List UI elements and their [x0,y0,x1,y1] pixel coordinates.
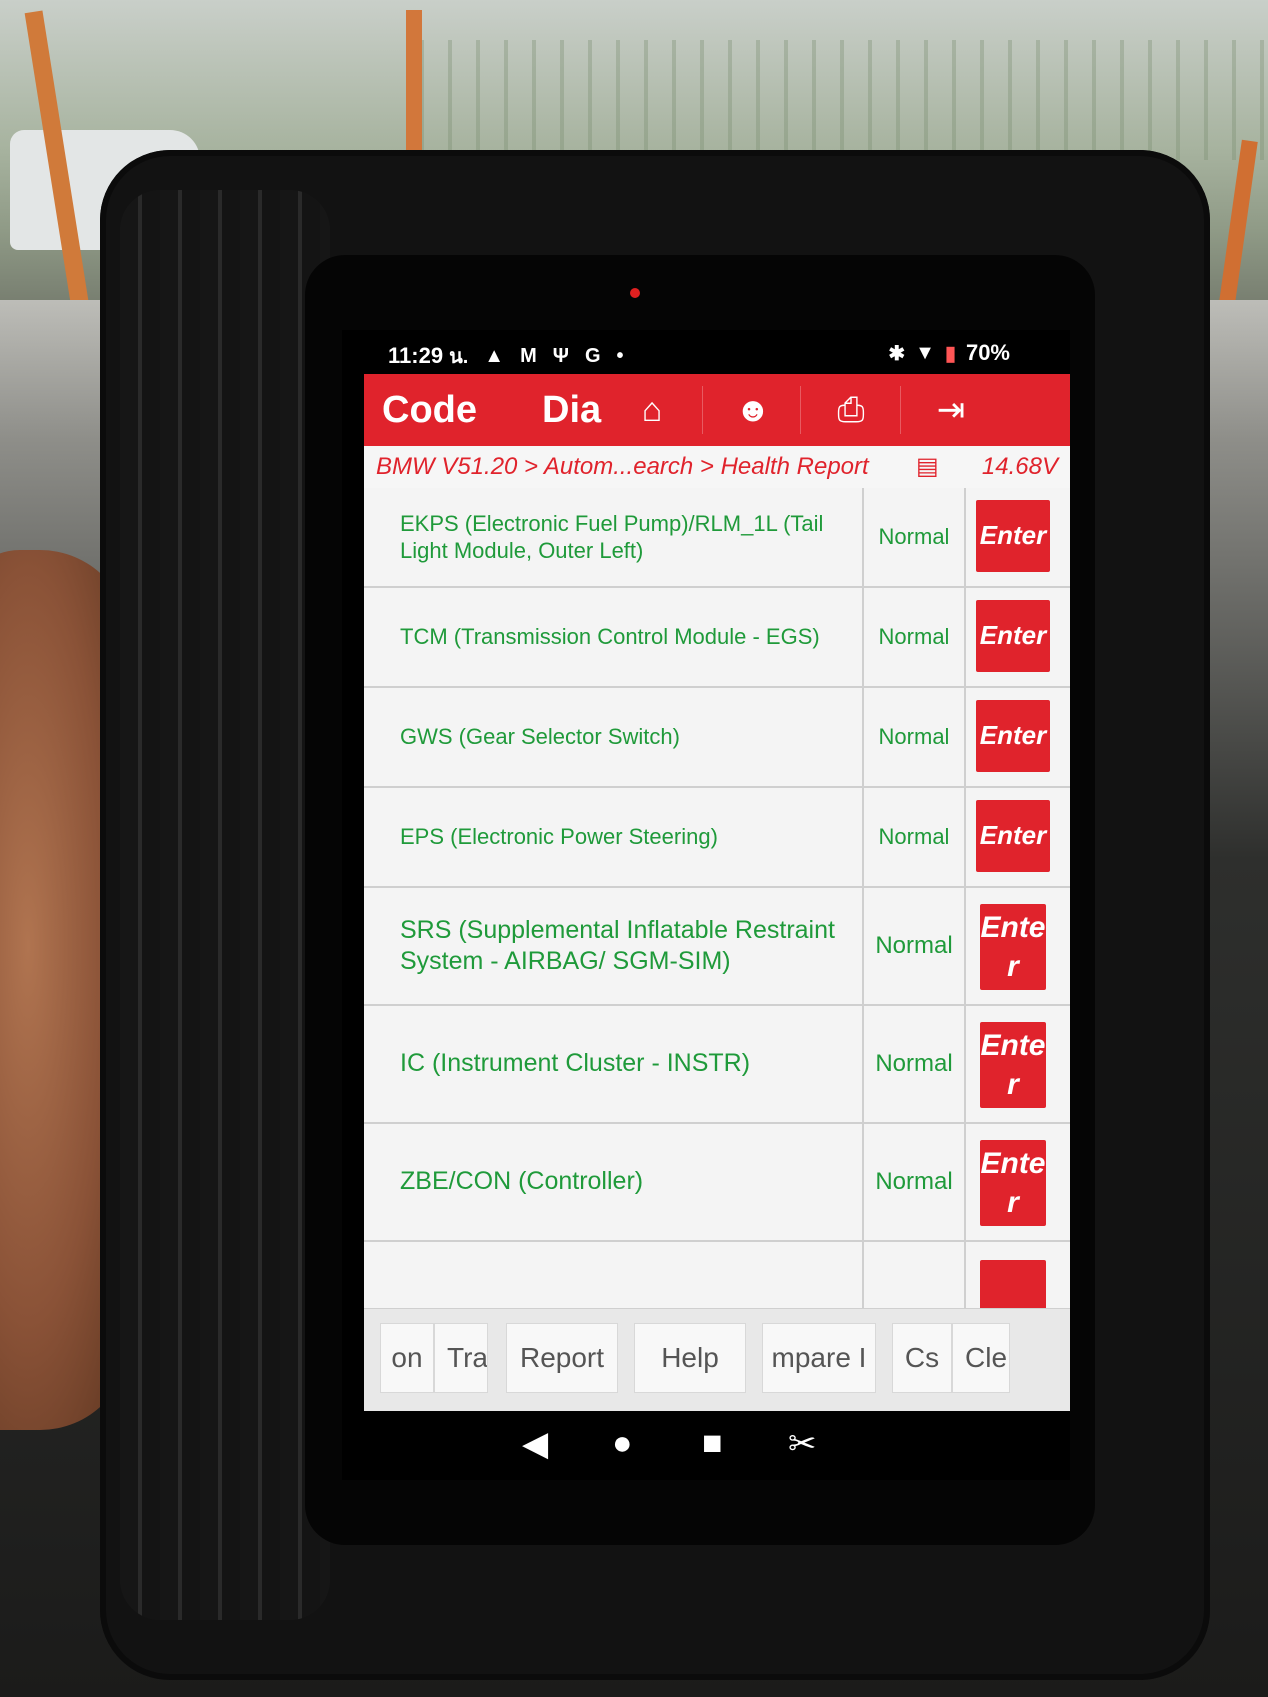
status-bar: 11:29 น. ▲ M Ψ G • ✱ ▼ ▮ 70% [342,330,1070,374]
module-status: Normal [864,888,966,1004]
bottom-button-on[interactable]: on [380,1323,434,1393]
home-icon[interactable]: ⌂ [602,386,702,434]
module-row: ZBE/CON (Controller) Normal Enter [364,1124,1070,1242]
clear-button[interactable]: Cle [952,1323,1010,1393]
device-screen: 11:29 น. ▲ M Ψ G • ✱ ▼ ▮ 70% Code Dia ⌂ … [342,330,1070,1480]
module-status: Normal [864,1006,966,1122]
enter-button[interactable]: Enter [980,1140,1046,1226]
module-row: EKPS (Electronic Fuel Pump)/RLM_1L (Tail… [364,488,1070,588]
home-circle-icon[interactable]: ● [612,1424,633,1463]
module-row [364,1242,1070,1308]
enter-button[interactable]: Enter [980,1022,1046,1108]
camera-indicator [630,288,640,298]
module-name: IC (Instrument Cluster - INSTR) [364,1006,864,1122]
module-row: TCM (Transmission Control Module - EGS) … [364,588,1070,688]
module-name: TCM (Transmission Control Module - EGS) [364,588,864,686]
module-name: EKPS (Electronic Fuel Pump)/RLM_1L (Tail… [364,488,864,586]
enter-button[interactable]: Enter [976,500,1050,572]
enter-button[interactable]: Enter [980,904,1046,990]
app-toolbar: Code Dia ⌂ ☻ ⎙ ⇥ [364,374,1070,446]
gmail-icon: M [520,344,537,367]
status-carrier: น. [449,346,469,368]
module-status: Normal [864,588,966,686]
breadcrumb: BMW V51.20 > Autom...earch > Health Repo… [364,446,1070,489]
bottom-button-cs[interactable]: Cs [892,1323,952,1393]
breadcrumb-path[interactable]: BMW V51.20 > Autom...earch > Health Repo… [376,446,869,488]
android-nav-bar: ◀ ● ■ ✂ [342,1410,1070,1480]
module-name: GWS (Gear Selector Switch) [364,688,864,786]
module-row: EPS (Electronic Power Steering) Normal E… [364,788,1070,888]
module-status: Normal [864,488,966,586]
compare-button[interactable]: mpare I [762,1323,876,1393]
module-list[interactable]: EKPS (Electronic Fuel Pump)/RLM_1L (Tail… [364,488,1070,1308]
module-row: SRS (Supplemental Inflatable Restraint S… [364,888,1070,1006]
module-status: Normal [864,788,966,886]
user-icon[interactable]: ☻ [702,386,803,434]
calendar-icon[interactable]: ▤ [916,446,939,488]
battery-level: 70% [965,340,1010,365]
enter-button[interactable] [980,1260,1046,1308]
module-status: Normal [864,1124,966,1240]
tablet-grip [120,190,330,1620]
module-row: GWS (Gear Selector Switch) Normal Enter [364,688,1070,788]
warning-icon: ▲ [484,344,505,367]
module-name: EPS (Electronic Power Steering) [364,788,864,886]
status-time: 11:29 [388,343,444,368]
enter-button[interactable]: Enter [976,800,1050,872]
usb-icon: Ψ [552,344,569,367]
back-icon[interactable]: ◀ [522,1424,548,1464]
bottom-button-tra[interactable]: Tra [434,1323,488,1393]
dia-button[interactable]: Dia [542,389,601,432]
diagnostic-app: Code Dia ⌂ ☻ ⎙ ⇥ BMW V51.20 > Autom...ea… [364,374,1070,1411]
battery-icon: ▮ [944,342,956,365]
code-button[interactable]: Code [382,389,477,432]
bottom-toolbar: on Tra Report Help mpare I Cs Cle [364,1308,1070,1411]
bluetooth-icon: ✱ [888,342,906,365]
wifi-icon: ▼ [915,341,935,364]
print-icon[interactable]: ⎙ [800,386,901,434]
google-icon: G [584,344,601,367]
enter-button[interactable]: Enter [976,700,1050,772]
help-button[interactable]: Help [634,1323,746,1393]
background-pole [406,10,422,160]
module-name: SRS (Supplemental Inflatable Restraint S… [364,888,864,1004]
exit-icon[interactable]: ⇥ [900,386,1001,434]
module-status: Normal [864,688,966,786]
enter-button[interactable]: Enter [976,600,1050,672]
battery-voltage: 14.68V [981,453,1058,480]
module-name: ZBE/CON (Controller) [364,1124,864,1240]
screenshot-icon[interactable]: ✂ [788,1424,817,1464]
dot-icon: • [616,344,624,367]
background-fence [420,40,1268,160]
recents-icon[interactable]: ■ [702,1424,723,1463]
report-button[interactable]: Report [506,1323,618,1393]
module-row: IC (Instrument Cluster - INSTR) Normal E… [364,1006,1070,1124]
